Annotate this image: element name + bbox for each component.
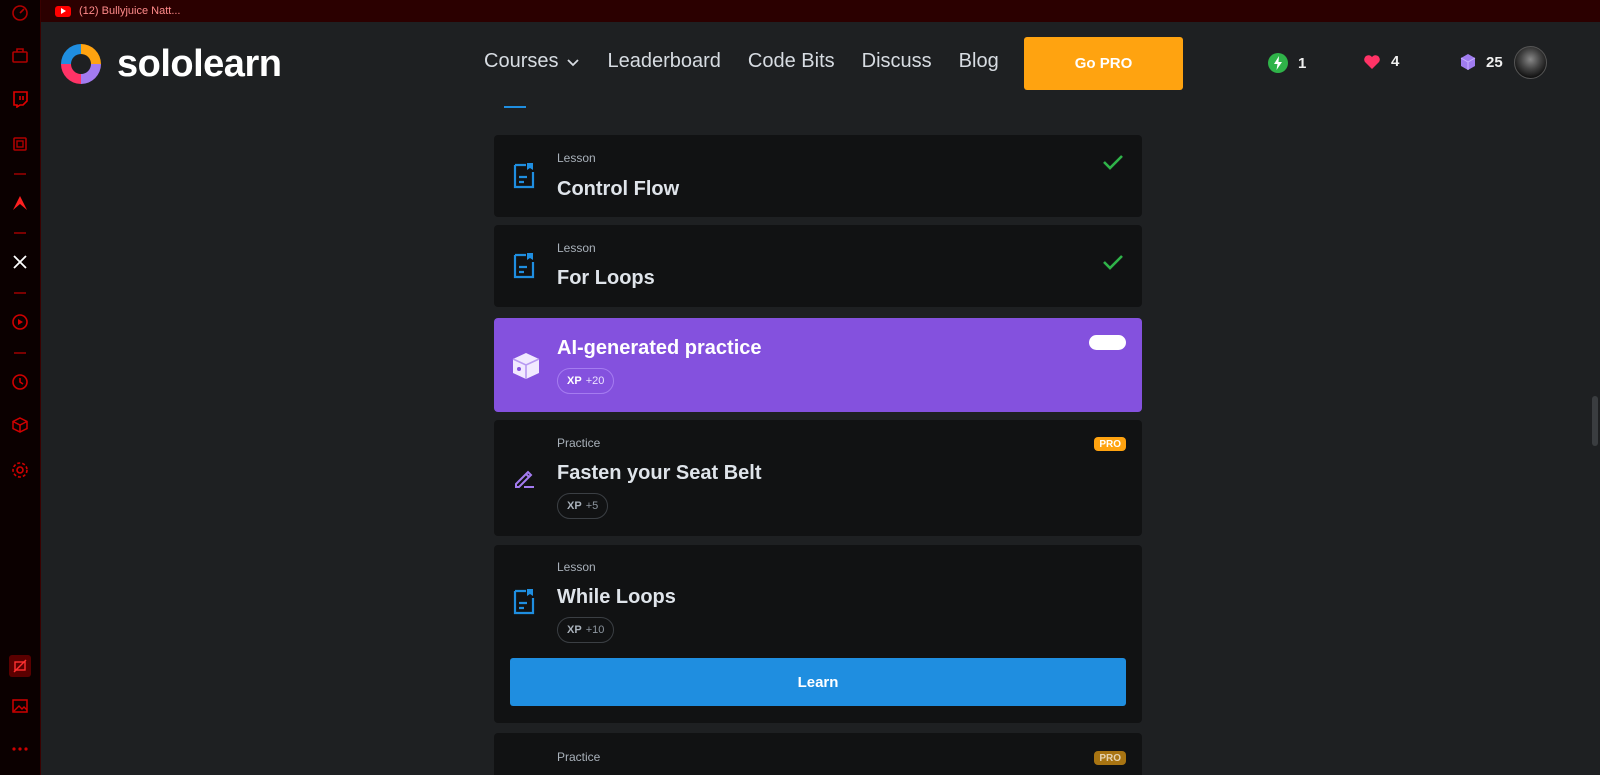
streak-count: 1 [1298,54,1307,72]
learn-button[interactable]: Learn [510,658,1126,706]
nav-courses-label: Courses [484,50,559,72]
pro-badge: PRO [1094,437,1126,451]
check-icon [1102,153,1124,176]
xp-label: XP [567,500,582,512]
ai-practice-card[interactable]: AI-generated practice XP +20 [494,318,1142,412]
lesson-kind: Lesson [557,560,596,574]
browser-tab-title[interactable]: (12) Bullyjuice Natt... [79,5,180,17]
lesson-title: Fasten your Seat Belt [557,462,762,484]
nav-courses[interactable]: Courses [484,50,580,73]
streak-stat[interactable]: 1 [1268,53,1306,73]
logo-text: sololearn [117,42,282,85]
xp-value: +5 [585,500,599,512]
pro-badge: PRO [1094,751,1126,765]
ai-box-icon [509,349,543,386]
nav-code-bits[interactable]: Code Bits [748,50,835,73]
scrollbar-thumb[interactable] [1592,396,1598,446]
xp-pill: XP +10 [557,617,615,643]
youtube-icon [55,5,71,17]
heart-icon [1363,54,1381,70]
lesson-kind: Lesson [557,241,596,255]
lesson-card[interactable]: Lesson For Loops [494,225,1142,307]
xp-label: XP [567,624,582,636]
sololearn-logo-icon [61,44,101,84]
practice-card[interactable]: Practice Fasten your Seat Belt XP +5 PRO [494,420,1142,536]
ai-practice-toggle[interactable] [1089,335,1126,350]
gems-stat[interactable]: 25 [1460,53,1503,71]
lesson-icon [512,252,538,285]
nav-blog[interactable]: Blog [959,50,999,73]
lightning-icon [1268,53,1288,73]
prev-item-edge [504,106,526,108]
lesson-icon [512,588,538,621]
check-icon [1102,253,1124,276]
pencil-icon [512,464,538,495]
main-nav: Courses Leaderboard Code Bits Discuss Bl… [484,50,1026,73]
ai-practice-title: AI-generated practice [557,337,762,359]
xp-value: +20 [585,375,605,387]
sololearn-logo[interactable]: sololearn [57,40,282,88]
hearts-stat[interactable]: 4 [1363,53,1399,70]
briefcase-icon[interactable] [9,44,31,66]
lesson-title: Control Flow [557,178,680,200]
lesson-list: Lesson Control Flow Lesson For Loops AI-… [0,106,1600,775]
lesson-kind: Practice [557,436,601,450]
site-header: sololearn Courses Leaderboard Code Bits … [41,22,1600,106]
page-scrollbar[interactable] [1588,106,1600,775]
xp-pill: XP +20 [557,368,615,394]
nav-leaderboard[interactable]: Leaderboard [607,50,720,73]
gem-icon [1460,53,1476,71]
xp-value: +10 [585,624,605,636]
lesson-kind: Practice [557,750,601,764]
xp-pill: XP +5 [557,493,609,519]
speed-dial-icon[interactable] [9,2,31,24]
practice-card[interactable]: Practice PRO [494,733,1142,775]
avatar[interactable] [1514,46,1547,79]
xp-label: XP [567,375,582,387]
go-pro-button[interactable]: Go PRO [1024,37,1183,90]
chevron-down-icon [567,58,580,66]
lesson-title: For Loops [557,267,655,289]
lesson-card[interactable]: Lesson Control Flow [494,135,1142,217]
browser-tab-strip: (12) Bullyjuice Natt... [41,0,1600,22]
lesson-card-current[interactable]: Lesson While Loops XP +10 Learn [494,545,1142,723]
nav-discuss[interactable]: Discuss [862,50,932,73]
lesson-kind: Lesson [557,151,596,165]
lesson-icon [512,162,538,195]
hearts-count: 4 [1391,53,1400,70]
lesson-title: While Loops [557,586,676,608]
gems-count: 25 [1486,53,1503,71]
